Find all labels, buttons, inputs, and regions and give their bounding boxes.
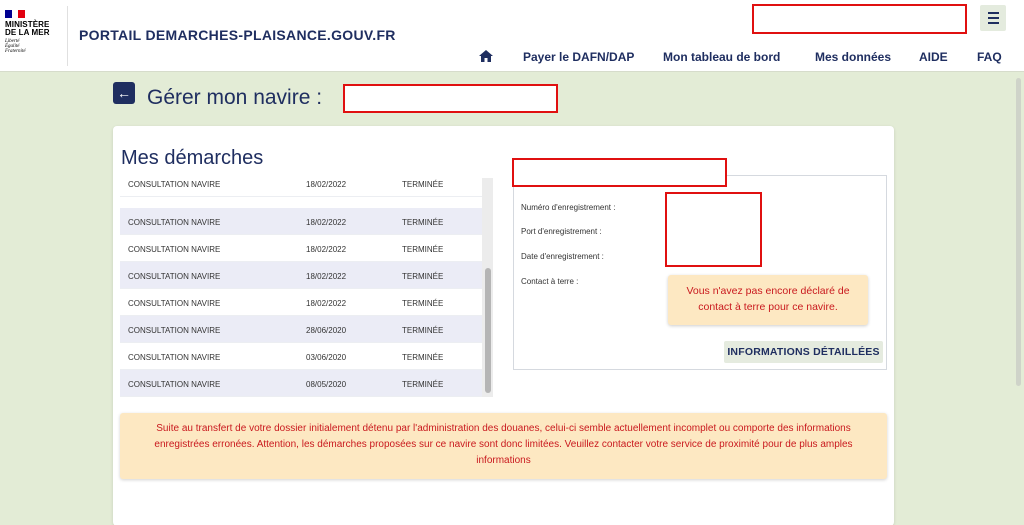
page-scrollbar[interactable] [1016, 78, 1021, 386]
label-numero-enregistrement: Numéro d'enregistrement : [521, 203, 616, 212]
row-date: 18/02/2022 [306, 218, 347, 227]
nav-mes-donnees[interactable]: Mes données [815, 50, 891, 64]
row-date: 08/05/2020 [306, 380, 347, 389]
home-icon[interactable] [478, 49, 494, 63]
page-title: Gérer mon navire : [147, 86, 323, 109]
redacted-registration-values [665, 192, 762, 267]
row-date: 28/06/2020 [306, 326, 347, 335]
nav-payer-dafn[interactable]: Payer le DAFN/DAP [523, 50, 634, 64]
row-status: TERMINÉE [402, 299, 444, 308]
row-status: TERMINÉE [402, 245, 444, 254]
logo-ministere-line2: DE LA MER [5, 28, 50, 37]
label-port-enregistrement: Port d'enregistrement : [521, 227, 602, 236]
row-type: CONSULTATION NAVIRE [128, 380, 221, 389]
row-date: 18/02/2022 [306, 272, 347, 281]
row-status: TERMINÉE [402, 218, 444, 227]
contact-warning-tip: Vous n'avez pas encore déclaré de contac… [668, 275, 868, 325]
details-info-button[interactable]: INFORMATIONS DÉTAILLÉES [724, 341, 883, 363]
redacted-user-info [752, 4, 967, 34]
table-row[interactable]: CONSULTATION NAVIRE 28/06/2020 TERMINÉE [120, 316, 482, 343]
table-row[interactable]: CONSULTATION NAVIRE 03/06/2020 TERMINÉE [120, 343, 482, 370]
card-title: Mes démarches [121, 147, 264, 169]
site-header: MINISTÈRE DE LA MER Liberté Égalité Frat… [0, 0, 1024, 72]
nav-aide[interactable]: AIDE [919, 50, 948, 64]
redacted-vessel-header [512, 158, 727, 187]
row-date: 18/02/2022 [306, 180, 347, 189]
row-status: TERMINÉE [402, 353, 444, 362]
row-status: TERMINÉE [402, 380, 444, 389]
row-type: CONSULTATION NAVIRE [128, 272, 221, 281]
redacted-vessel-name [343, 84, 558, 113]
incomplete-file-alert: Suite au transfert de votre dossier init… [120, 413, 887, 479]
table-scroll-thumb[interactable] [485, 268, 491, 393]
back-arrow-icon[interactable]: ← [113, 82, 135, 104]
row-type: CONSULTATION NAVIRE [128, 353, 221, 362]
logo-divider [67, 6, 68, 66]
table-row[interactable]: CONSULTATION NAVIRE 18/02/2022 TERMINÉE [120, 262, 482, 289]
row-status: TERMINÉE [402, 326, 444, 335]
label-contact-a-terre: Contact à terre : [521, 277, 579, 286]
row-type: CONSULTATION NAVIRE [128, 245, 221, 254]
hamburger-menu-icon[interactable] [980, 5, 1006, 31]
row-date: 18/02/2022 [306, 299, 347, 308]
french-flag-icon [5, 10, 26, 18]
table-scrollbar[interactable] [482, 178, 493, 397]
portal-title[interactable]: PORTAIL DEMARCHES-PLAISANCE.GOUV.FR [79, 27, 396, 43]
row-status: TERMINÉE [402, 272, 444, 281]
label-date-enregistrement: Date d'enregistrement : [521, 252, 604, 261]
table-row[interactable]: CONSULTATION NAVIRE 18/02/2022 TERMINÉE [120, 235, 482, 262]
row-type: CONSULTATION NAVIRE [128, 326, 221, 335]
row-type: CONSULTATION NAVIRE [128, 180, 221, 189]
table-row[interactable]: CONSULTATION NAVIRE 18/02/2022 TERMINÉE [120, 178, 482, 197]
nav-tableau-de-bord[interactable]: Mon tableau de bord [663, 50, 780, 64]
nav-faq[interactable]: FAQ [977, 50, 1002, 64]
row-type: CONSULTATION NAVIRE [128, 299, 221, 308]
table-row[interactable]: CONSULTATION NAVIRE 08/05/2020 TERMINÉE [120, 370, 482, 397]
table-row[interactable]: CONSULTATION NAVIRE 18/02/2022 TERMINÉE [120, 289, 482, 316]
demarches-table: CONSULTATION NAVIRE 18/02/2022 TERMINÉE … [120, 178, 493, 397]
ministere-logo[interactable]: MINISTÈRE DE LA MER Liberté Égalité Frat… [5, 10, 63, 65]
row-status: TERMINÉE [402, 180, 444, 189]
row-date: 03/06/2020 [306, 353, 347, 362]
table-row[interactable]: CONSULTATION NAVIRE 18/02/2022 TERMINÉE [120, 208, 482, 235]
row-date: 18/02/2022 [306, 245, 347, 254]
logo-motto-fraternite: Fraternité [5, 49, 26, 54]
row-type: CONSULTATION NAVIRE [128, 218, 221, 227]
